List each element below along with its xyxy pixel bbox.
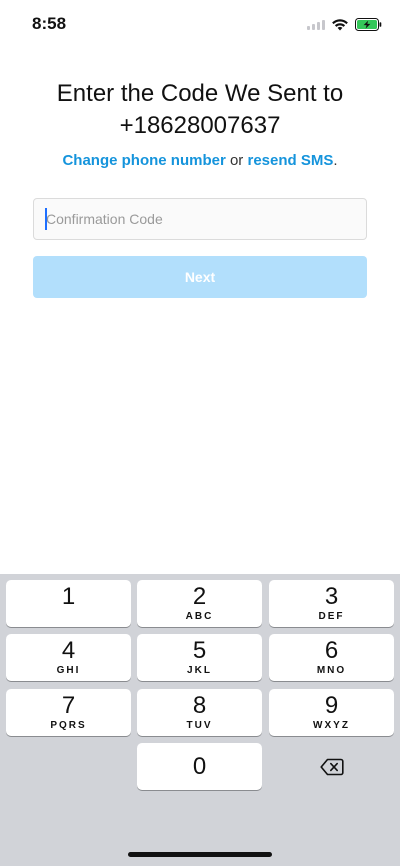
key-letters: DEF (318, 611, 345, 622)
home-indicator[interactable] (128, 852, 272, 857)
status-icons (307, 14, 382, 34)
key-4[interactable]: 4 GHI (6, 634, 131, 681)
change-or-resend-text: Change phone number or resend SMS. (0, 152, 400, 169)
key-1[interactable]: 1 (6, 580, 131, 627)
text-cursor (45, 208, 47, 230)
confirmation-code-input[interactable] (33, 198, 367, 240)
battery-charging-icon (355, 17, 382, 31)
key-0[interactable]: 0 (137, 743, 262, 790)
wifi-icon (331, 18, 349, 31)
resend-sms-link[interactable]: resend SMS (247, 152, 333, 169)
key-digit: 4 (61, 637, 76, 664)
delete-key[interactable] (269, 743, 394, 790)
numeric-keypad: 1 2 ABC 3 DEF 4 GHI 5 JKL 6 MNO 7 PQRS 8… (0, 574, 400, 866)
key-letters: MNO (316, 665, 347, 676)
key-letters: JKL (187, 665, 212, 676)
key-digit: 2 (192, 583, 207, 610)
backspace-icon (319, 758, 344, 775)
key-7[interactable]: 7 PQRS (6, 689, 131, 736)
key-digit: 5 (192, 637, 207, 664)
key-letters: ABC (185, 611, 214, 622)
page-title: Enter the Code We Sent to +18628007637 (0, 78, 400, 142)
cellular-signal-icon (307, 18, 325, 30)
status-bar: 8:58 (0, 0, 400, 48)
key-digit: 9 (324, 692, 339, 719)
key-digit: 0 (192, 752, 207, 780)
phone-number: +18628007637 (119, 112, 281, 139)
page-title-line1: Enter the Code We Sent to (56, 80, 344, 107)
key-digit: 1 (61, 583, 76, 610)
key-digit: 7 (61, 692, 76, 719)
period-text: . (333, 152, 338, 169)
key-5[interactable]: 5 JKL (137, 634, 262, 681)
or-text: or (225, 152, 248, 169)
key-digit: 8 (192, 692, 207, 719)
key-letters: PQRS (50, 720, 87, 731)
status-time: 8:58 (32, 14, 67, 33)
key-letters: TUV (186, 720, 213, 731)
key-9[interactable]: 9 WXYZ (269, 689, 394, 736)
key-digit: 6 (324, 637, 339, 664)
key-2[interactable]: 2 ABC (137, 580, 262, 627)
key-letters: WXYZ (313, 720, 350, 731)
key-digit: 3 (324, 583, 339, 610)
key-3[interactable]: 3 DEF (269, 580, 394, 627)
key-8[interactable]: 8 TUV (137, 689, 262, 736)
key-letters: GHI (56, 665, 81, 676)
key-6[interactable]: 6 MNO (269, 634, 394, 681)
next-button[interactable]: Next (33, 256, 367, 298)
change-phone-number-link[interactable]: Change phone number (62, 152, 225, 169)
